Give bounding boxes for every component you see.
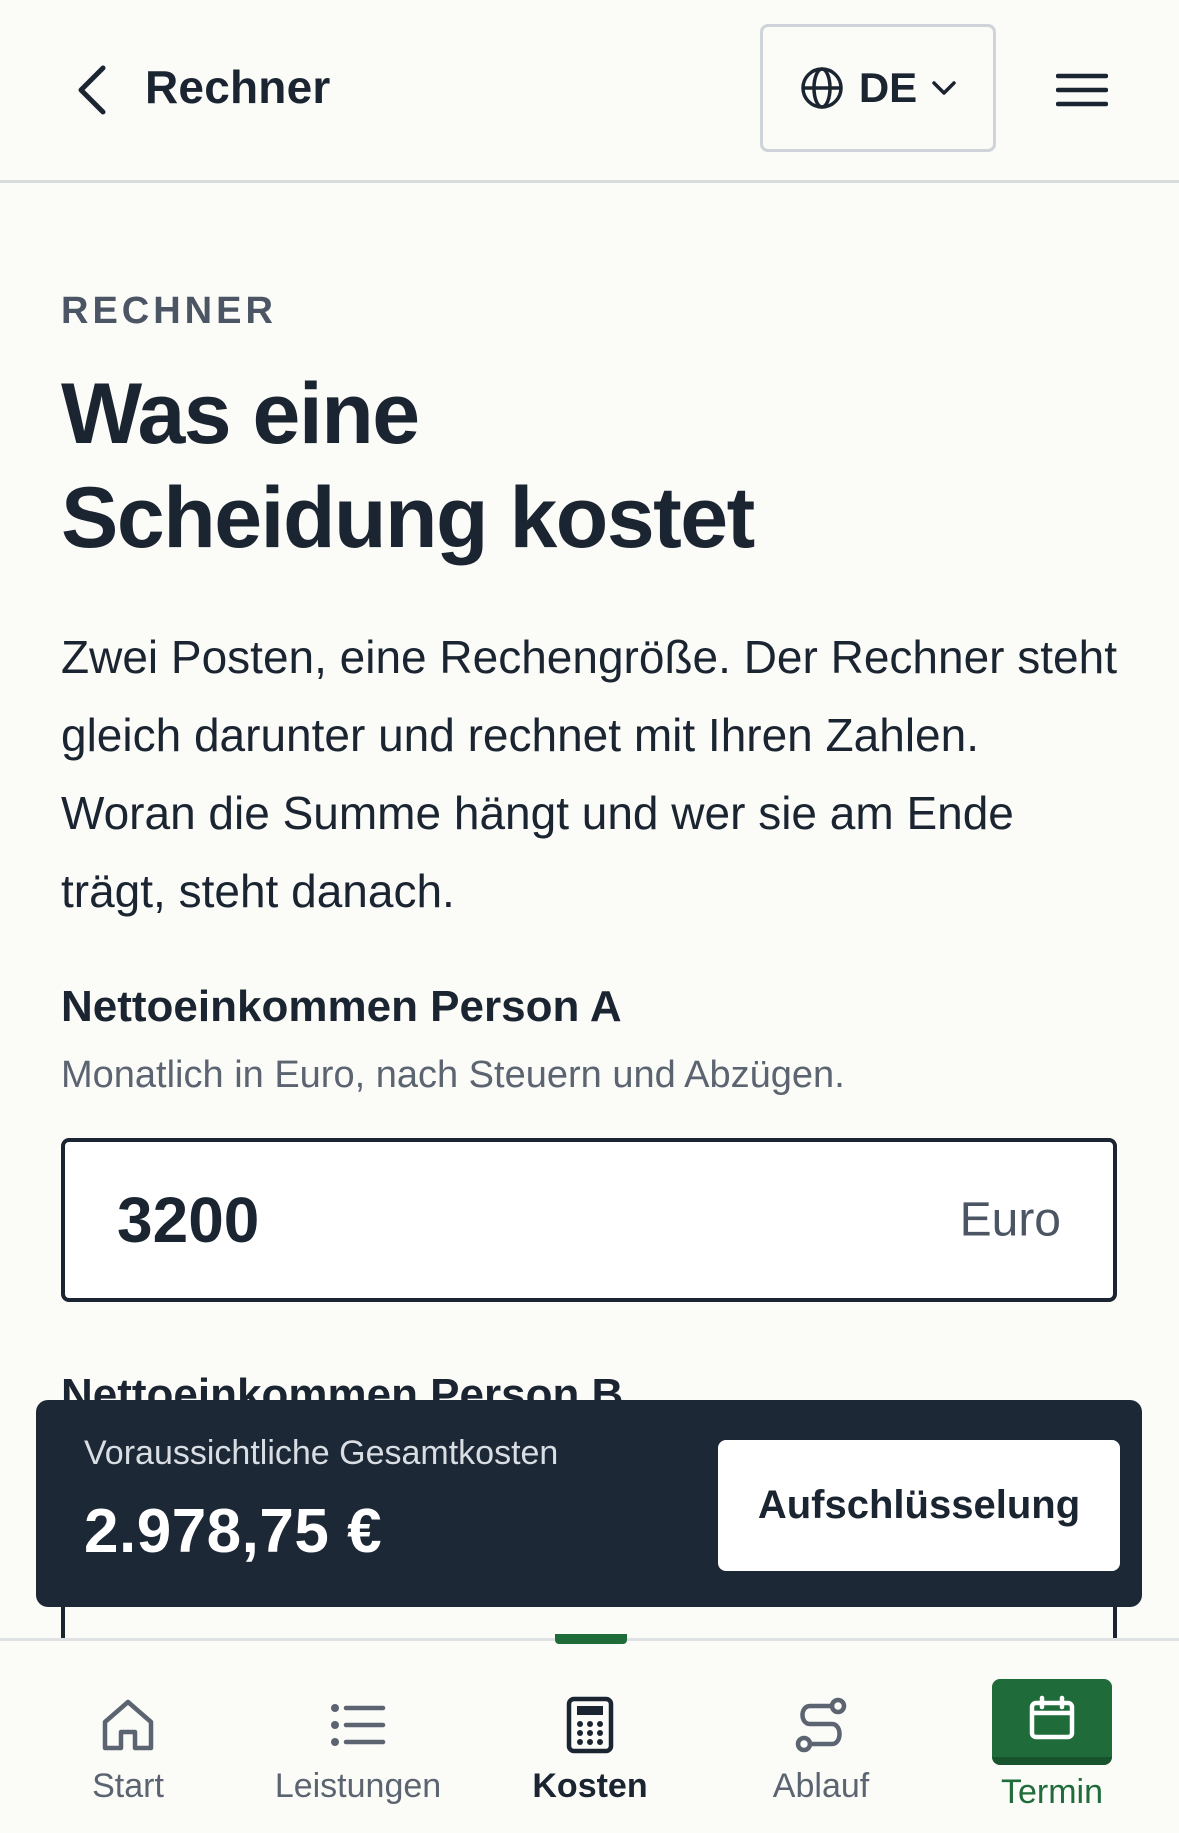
- route-icon: [789, 1693, 853, 1757]
- total-cost-bar: Voraussichtliche Gesamtkosten 2.978,75 €…: [36, 1400, 1142, 1607]
- top-bar: Rechner DE: [0, 0, 1179, 183]
- active-tab-indicator: [555, 1634, 627, 1644]
- total-cost-value: 2.978,75 €: [84, 1497, 383, 1566]
- nav-label-termin: Termin: [1000, 1773, 1104, 1811]
- page-title-line-2: Scheidung kostet: [61, 470, 755, 566]
- menu-button[interactable]: [1052, 62, 1112, 118]
- chevron-down-icon: [932, 81, 956, 95]
- language-code: DE: [858, 64, 918, 111]
- language-selector[interactable]: DE: [760, 24, 996, 152]
- nav-item-leistungen[interactable]: Leistungen: [243, 1641, 473, 1833]
- topbar-title: Rechner: [145, 61, 331, 113]
- nav-item-kosten[interactable]: Kosten: [475, 1641, 705, 1833]
- income-a-label: Nettoeinkommen Person A: [61, 982, 622, 1031]
- income-a-help: Monatlich in Euro, nach Steuern und Abzü…: [61, 1054, 845, 1096]
- nav-label-ablauf: Ablauf: [772, 1767, 870, 1805]
- globe-icon: [801, 67, 843, 109]
- list-icon: [326, 1693, 390, 1757]
- income-a-field: Euro: [61, 1138, 1117, 1302]
- income-a-unit: Euro: [959, 1193, 1061, 1247]
- total-cost-label: Voraussichtliche Gesamtkosten: [84, 1434, 559, 1472]
- back-button[interactable]: [70, 62, 114, 118]
- chevron-left-icon: [78, 65, 106, 115]
- intro-text: Zwei Posten, eine Rechengröße. Der Rechn…: [61, 631, 1117, 917]
- page-title-line-1: Was eine: [61, 366, 420, 462]
- nav-item-termin[interactable]: Termin: [937, 1641, 1167, 1833]
- bottom-nav: Start Leistungen Kosten Ablauf Termin: [0, 1638, 1179, 1833]
- nav-label-kosten: Kosten: [532, 1767, 648, 1805]
- calendar-icon: [992, 1679, 1112, 1765]
- breakdown-button[interactable]: Aufschlüsselung: [718, 1440, 1120, 1571]
- section-eyebrow: RECHNER: [61, 290, 277, 332]
- page-title: Was eine Scheidung kostet: [61, 362, 1061, 570]
- nav-label-start: Start: [92, 1767, 164, 1805]
- nav-item-start[interactable]: Start: [13, 1641, 243, 1833]
- hamburger-menu-icon: [1056, 73, 1108, 107]
- home-icon: [96, 1693, 160, 1757]
- nav-label-leistungen: Leistungen: [274, 1767, 442, 1805]
- nav-item-ablauf[interactable]: Ablauf: [706, 1641, 936, 1833]
- calculator-icon: [558, 1693, 622, 1757]
- income-a-input[interactable]: [115, 1182, 819, 1258]
